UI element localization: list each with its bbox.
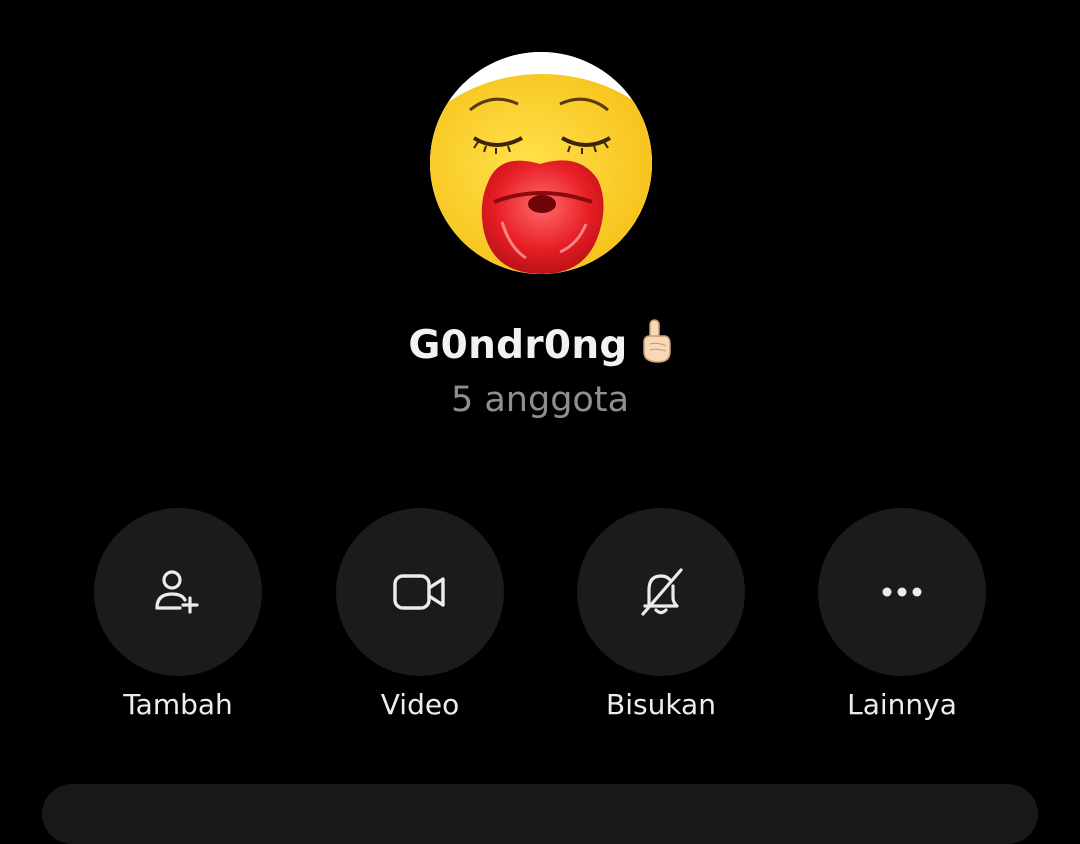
video-call-circle[interactable] [336,508,504,676]
member-count: 5 anggota [450,380,630,420]
video-call-label: Video [380,688,460,721]
more-horizontal-icon [882,587,922,597]
group-name-text: G0ndr0ng [408,323,628,368]
more-button[interactable]: Lainnya [818,508,986,721]
group-avatar[interactable] [430,52,652,274]
mute-button[interactable]: Bisukan [577,508,745,721]
add-member-circle[interactable] [94,508,262,676]
add-member-label: Tambah [123,688,233,721]
bell-off-icon [641,568,683,616]
video-call-button[interactable]: Video [336,508,504,721]
add-member-button[interactable]: Tambah [94,508,262,721]
more-label: Lainnya [847,688,957,721]
mute-circle[interactable] [577,508,745,676]
video-camera-icon [393,574,445,610]
add-person-icon [155,570,199,614]
group-name: G0ndr0ng [0,318,1080,374]
kissing-face-icon [430,52,652,274]
info-card [42,784,1038,844]
mute-label: Bisukan [606,688,716,721]
pointing-up-emoji-icon [638,318,672,374]
more-circle[interactable] [818,508,986,676]
